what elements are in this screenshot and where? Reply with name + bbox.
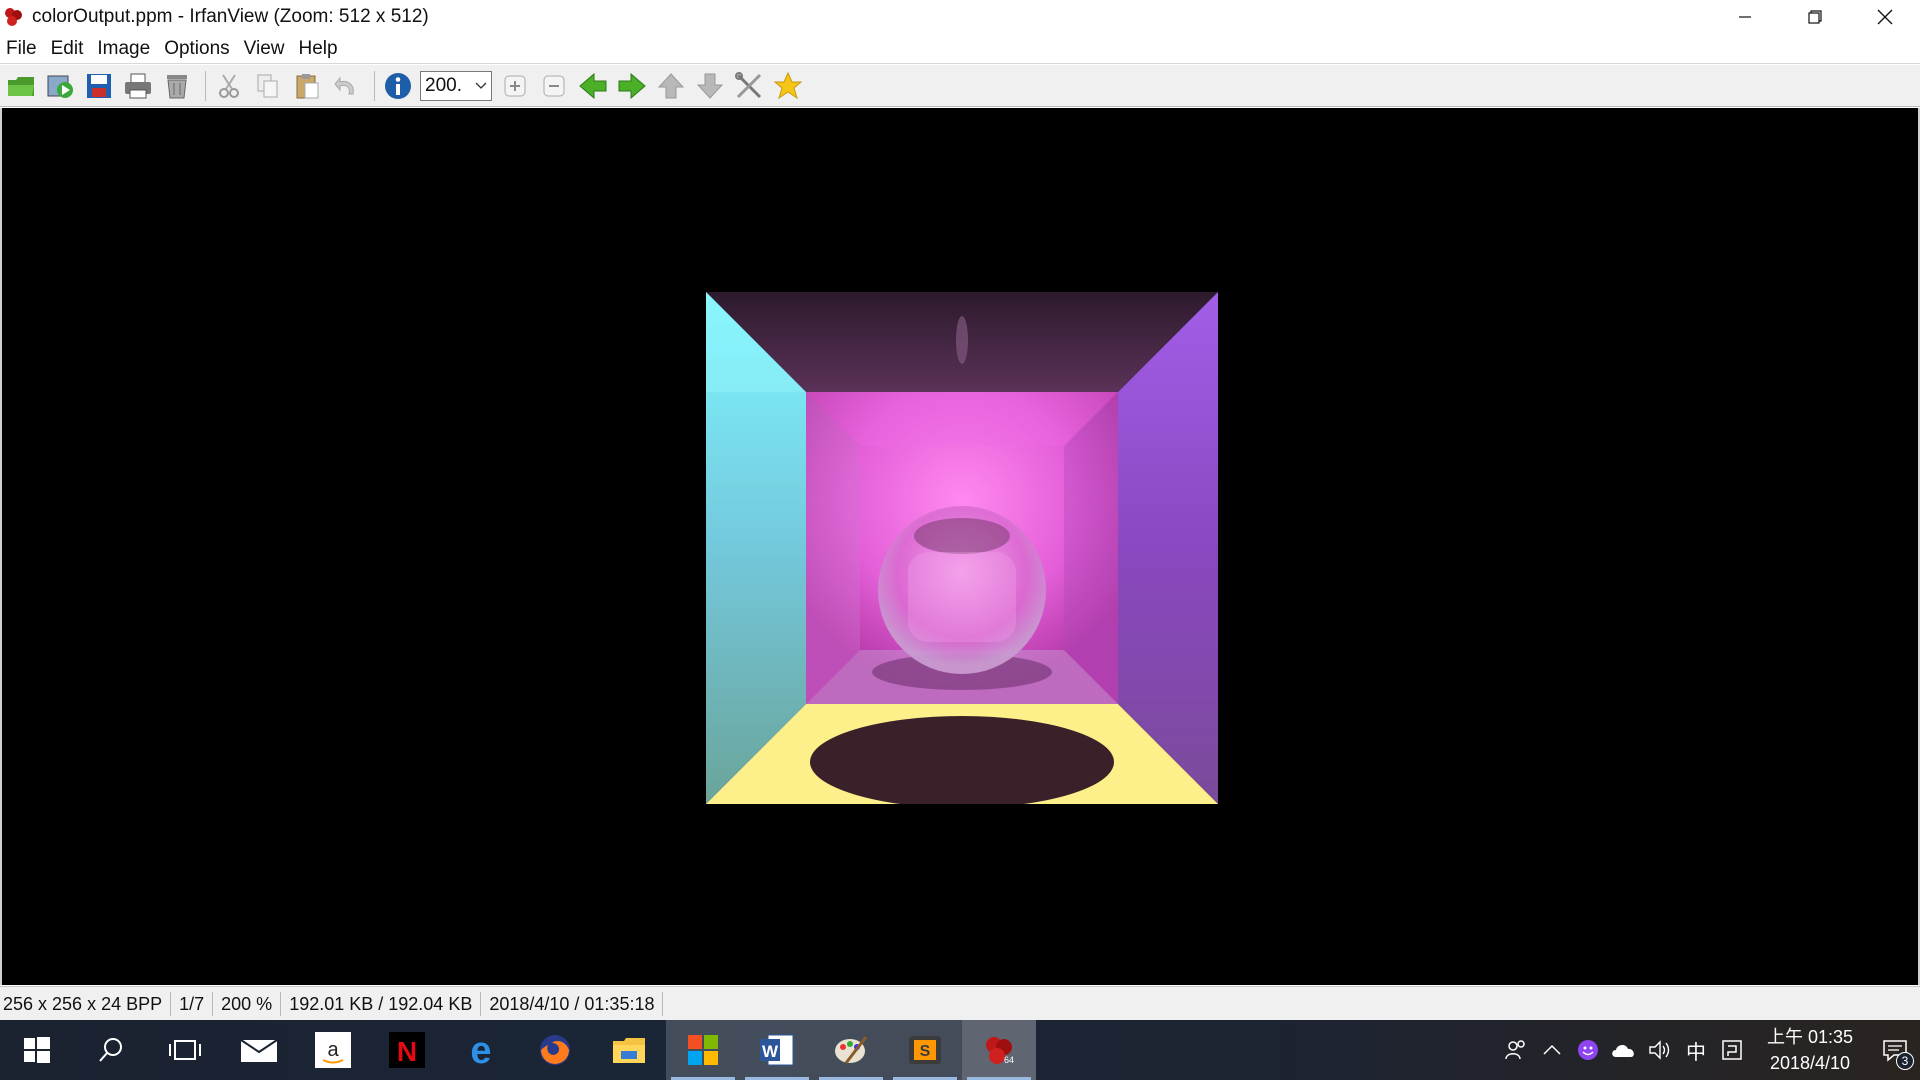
menu-edit[interactable]: Edit	[51, 38, 84, 60]
zoom-out-icon[interactable]	[537, 69, 571, 103]
zoom-in-icon[interactable]	[498, 69, 532, 103]
volume-icon[interactable]	[1642, 1020, 1678, 1080]
status-bar: 256 x 256 x 24 BPP 1/7 200 % 192.01 KB /…	[0, 986, 1920, 1020]
favorite-icon[interactable]	[771, 69, 805, 103]
chevron-up-icon[interactable]	[1534, 1020, 1570, 1080]
menu-file[interactable]: File	[6, 38, 37, 60]
netflix-icon[interactable]: N	[370, 1020, 444, 1080]
menu-bar: File Edit Image Options View Help	[0, 34, 1920, 64]
undo-icon[interactable]	[329, 69, 363, 103]
amazon-icon[interactable]: a	[296, 1020, 370, 1080]
notification-center-icon[interactable]: 3	[1870, 1020, 1920, 1080]
cut-icon[interactable]	[212, 69, 246, 103]
search-icon[interactable]	[74, 1020, 148, 1080]
ime-mode-icon[interactable]	[1714, 1020, 1750, 1080]
next-icon[interactable]	[615, 69, 649, 103]
zoom-dropdown[interactable]: 200.	[420, 70, 492, 101]
status-size: 192.01 KB / 192.04 KB	[286, 991, 482, 1016]
menu-help[interactable]: Help	[299, 38, 338, 60]
toolbar-separator	[374, 70, 375, 101]
people-icon[interactable]	[1498, 1020, 1534, 1080]
system-tray: 中 上午 01:35 2018/4/10 3	[1498, 1020, 1920, 1080]
menu-options[interactable]: Options	[164, 38, 229, 60]
mail-icon[interactable]	[222, 1020, 296, 1080]
irfanview-icon[interactable]: 64	[962, 1020, 1036, 1080]
svg-text:e: e	[470, 1033, 491, 1067]
settings-icon[interactable]	[732, 69, 766, 103]
firefox-icon[interactable]	[518, 1020, 592, 1080]
svg-text:S: S	[920, 1043, 931, 1060]
previous-icon[interactable]	[576, 69, 610, 103]
window-title: colorOutput.ppm - IrfanView (Zoom: 512 x…	[32, 6, 429, 27]
svg-text:W: W	[762, 1042, 779, 1061]
svg-text:64: 64	[1004, 1055, 1014, 1065]
svg-text:N: N	[397, 1036, 417, 1067]
notification-badge: 3	[1896, 1052, 1914, 1070]
save-icon[interactable]	[82, 69, 116, 103]
task-view-icon[interactable]	[148, 1020, 222, 1080]
minimize-button[interactable]	[1710, 0, 1780, 34]
chevron-down-icon	[475, 82, 487, 89]
messenger-icon[interactable]	[1570, 1020, 1606, 1080]
irfanview-logo-icon[interactable]	[0, 3, 28, 31]
menu-image[interactable]: Image	[97, 38, 150, 60]
title-bar: colorOutput.ppm - IrfanView (Zoom: 512 x…	[0, 0, 1920, 34]
toolbar-separator	[205, 70, 206, 101]
delete-icon[interactable]	[160, 69, 194, 103]
menu-view[interactable]: View	[244, 38, 285, 60]
status-index: 1/7	[176, 991, 214, 1016]
onedrive-icon[interactable]	[1606, 1020, 1642, 1080]
last-icon[interactable]	[693, 69, 727, 103]
slideshow-icon[interactable]	[43, 69, 77, 103]
close-button[interactable]	[1850, 0, 1920, 34]
paint-icon[interactable]	[814, 1020, 888, 1080]
image-viewer[interactable]	[0, 108, 1920, 985]
taskbar: a N e W S 64 中 上午 01:35 2018/4/10 3	[0, 1020, 1920, 1080]
info-icon[interactable]	[381, 69, 415, 103]
start-icon[interactable]	[0, 1020, 74, 1080]
print-icon[interactable]	[121, 69, 155, 103]
zoom-value: 200.	[425, 74, 462, 96]
rendered-image	[706, 292, 1218, 804]
word-icon[interactable]: W	[740, 1020, 814, 1080]
clock-date: 2018/4/10	[1769, 1053, 1851, 1073]
status-zoom: 200 %	[218, 991, 282, 1016]
toolbar: 200.	[0, 65, 1920, 107]
file-explorer-icon[interactable]	[592, 1020, 666, 1080]
sublime-icon[interactable]: S	[888, 1020, 962, 1080]
store-icon[interactable]	[666, 1020, 740, 1080]
restore-button[interactable]	[1780, 0, 1850, 34]
clock-time: 上午 01:35	[1766, 1027, 1854, 1047]
status-datetime: 2018/4/10 / 01:35:18	[486, 991, 664, 1016]
edge-icon[interactable]: e	[444, 1020, 518, 1080]
ime-indicator[interactable]: 中	[1678, 1020, 1714, 1080]
paste-icon[interactable]	[290, 69, 324, 103]
first-icon[interactable]	[654, 69, 688, 103]
status-dimensions: 256 x 256 x 24 BPP	[0, 991, 172, 1016]
copy-icon[interactable]	[251, 69, 285, 103]
clock[interactable]: 上午 01:35 2018/4/10	[1760, 1024, 1860, 1076]
svg-text:a: a	[327, 1039, 339, 1061]
open-folder-icon[interactable]	[4, 69, 38, 103]
